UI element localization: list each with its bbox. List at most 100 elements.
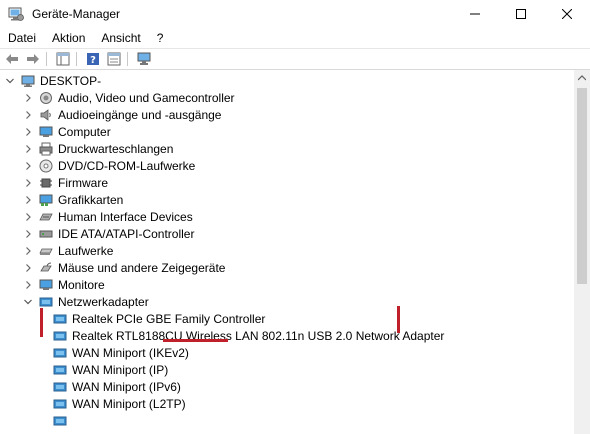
- network-adapter-icon: [53, 416, 67, 425]
- chevron-up-icon: [578, 75, 586, 81]
- computer-icon: [39, 126, 53, 137]
- window-title: Geräte-Manager: [32, 7, 121, 21]
- chevron-right-icon[interactable]: [22, 177, 34, 189]
- chevron-right-icon[interactable]: [22, 262, 34, 274]
- chevron-right-icon[interactable]: [22, 245, 34, 257]
- network-adapter-icon: [53, 382, 67, 391]
- chevron-right-icon[interactable]: [22, 109, 34, 121]
- firmware-chip-icon: [40, 178, 52, 187]
- properties-button[interactable]: [105, 50, 123, 68]
- forward-button[interactable]: [24, 50, 42, 68]
- title-bar: Geräte-Manager: [0, 0, 590, 28]
- adapter-cut-off-row[interactable]: [53, 412, 72, 429]
- help-icon: ?: [87, 53, 99, 66]
- chevron-down-icon[interactable]: [4, 75, 16, 87]
- category-label: DVD/CD-ROM-Laufwerke: [58, 158, 196, 173]
- adapter-wan-ip[interactable]: WAN Miniport (IP): [53, 361, 168, 378]
- adapter-label: WAN Miniport (L2TP): [72, 396, 186, 411]
- category-label: Computer: [58, 124, 111, 139]
- mouse-icon: [40, 262, 52, 271]
- chevron-down-icon[interactable]: [22, 296, 34, 308]
- network-adapter-icon: [39, 297, 53, 306]
- back-button[interactable]: [3, 50, 21, 68]
- category-mice[interactable]: Mäuse und andere Zeigegeräte: [22, 259, 225, 276]
- disk-drive-icon: [39, 248, 53, 255]
- chevron-right-icon[interactable]: [22, 92, 34, 104]
- menu-bar: Datei Aktion Ansicht ?: [0, 28, 590, 48]
- back-arrow-icon: [6, 54, 18, 64]
- scroll-up-button[interactable]: [574, 70, 590, 86]
- category-label: Netzwerkadapter: [58, 294, 149, 309]
- category-label: Audio, Video und Gamecontroller: [58, 90, 235, 105]
- console-tree-icon: [56, 52, 70, 66]
- menu-datei[interactable]: Datei: [0, 31, 44, 45]
- category-print-queues[interactable]: Druckwarteschlangen: [22, 140, 173, 157]
- category-label: Druckwarteschlangen: [58, 141, 174, 156]
- highlight-bracket-left: [40, 308, 43, 337]
- category-dvd-drives[interactable]: DVD/CD-ROM-Laufwerke: [22, 157, 195, 174]
- toolbar-separator: [127, 52, 128, 66]
- category-audio-io[interactable]: Audioeingänge und -ausgänge: [22, 106, 221, 123]
- adapter-realtek-wireless[interactable]: Realtek RTL8188CU Wireless LAN 802.11n U…: [53, 327, 444, 344]
- close-button[interactable]: [544, 0, 590, 28]
- network-adapter-icon: [53, 399, 67, 408]
- minimize-button[interactable]: [452, 0, 498, 28]
- graphics-card-icon: [39, 194, 53, 206]
- category-graphics[interactable]: Grafikkarten: [22, 191, 123, 208]
- highlight-bracket-right: [397, 306, 400, 333]
- category-firmware[interactable]: Firmware: [22, 174, 108, 191]
- properties-icon: [107, 52, 121, 66]
- close-icon: [562, 9, 572, 19]
- maximize-button[interactable]: [498, 0, 544, 28]
- vertical-scrollbar[interactable]: [574, 70, 590, 434]
- adapter-wan-ipv6[interactable]: WAN Miniport (IPv6): [53, 378, 181, 395]
- chevron-right-icon[interactable]: [22, 160, 34, 172]
- category-monitors[interactable]: Monitore: [22, 276, 105, 293]
- printer-icon: [39, 142, 53, 155]
- network-adapter-icon: [53, 331, 67, 340]
- category-label: Monitore: [58, 277, 105, 292]
- chevron-right-icon[interactable]: [22, 194, 34, 206]
- chevron-right-icon[interactable]: [22, 143, 34, 155]
- menu-aktion[interactable]: Aktion: [44, 31, 93, 45]
- device-tree[interactable]: DESKTOP- Audio, Video und Gamecontroller…: [0, 70, 574, 434]
- device-manager-app-icon: [8, 6, 24, 22]
- chevron-right-icon[interactable]: [22, 279, 34, 291]
- category-drives[interactable]: Laufwerke: [22, 242, 113, 259]
- chevron-right-icon[interactable]: [22, 228, 34, 240]
- adapter-wan-ikev2[interactable]: WAN Miniport (IKEv2): [53, 344, 189, 361]
- svg-text:?: ?: [90, 55, 96, 66]
- menu-help[interactable]: ?: [149, 31, 172, 45]
- adapter-realtek-pcie[interactable]: Realtek PCIe GBE Family Controller: [53, 310, 265, 327]
- toolbar-separator: [76, 52, 77, 66]
- adapter-wan-l2tp[interactable]: WAN Miniport (L2TP): [53, 395, 186, 412]
- forward-arrow-icon: [27, 54, 39, 64]
- chevron-right-icon[interactable]: [22, 211, 34, 223]
- highlight-underline: [163, 339, 228, 342]
- scan-hardware-button[interactable]: [135, 50, 153, 68]
- category-audio-video[interactable]: Audio, Video und Gamecontroller: [22, 89, 235, 106]
- category-ide-ata[interactable]: IDE ATA/ATAPI-Controller: [22, 225, 194, 242]
- category-label: Audioeingänge und -ausgänge: [58, 107, 222, 122]
- category-label: Grafikkarten: [58, 192, 124, 207]
- category-computer[interactable]: Computer: [22, 123, 111, 140]
- category-label: Laufwerke: [58, 243, 114, 258]
- adapter-label: WAN Miniport (IPv6): [72, 379, 181, 394]
- category-hid[interactable]: Human Interface Devices: [22, 208, 193, 225]
- chevron-right-icon[interactable]: [22, 126, 34, 138]
- network-adapter-icon: [53, 314, 67, 323]
- toolbar-separator: [46, 52, 47, 66]
- console-tree-button[interactable]: [54, 50, 72, 68]
- adapter-label: Realtek RTL8188CU Wireless LAN 802.11n U…: [72, 328, 445, 343]
- adapter-label: WAN Miniport (IKEv2): [72, 345, 189, 360]
- category-label: IDE ATA/ATAPI-Controller: [58, 226, 195, 241]
- tree-root[interactable]: DESKTOP-: [4, 72, 101, 89]
- network-adapter-icon: [53, 348, 67, 357]
- maximize-icon: [516, 9, 526, 19]
- category-label: Mäuse und andere Zeigegeräte: [58, 260, 226, 275]
- help-button[interactable]: ?: [84, 50, 102, 68]
- scrollbar-thumb[interactable]: [577, 88, 587, 284]
- menu-ansicht[interactable]: Ansicht: [93, 31, 148, 45]
- category-label: Firmware: [58, 175, 108, 190]
- minimize-icon: [470, 13, 480, 15]
